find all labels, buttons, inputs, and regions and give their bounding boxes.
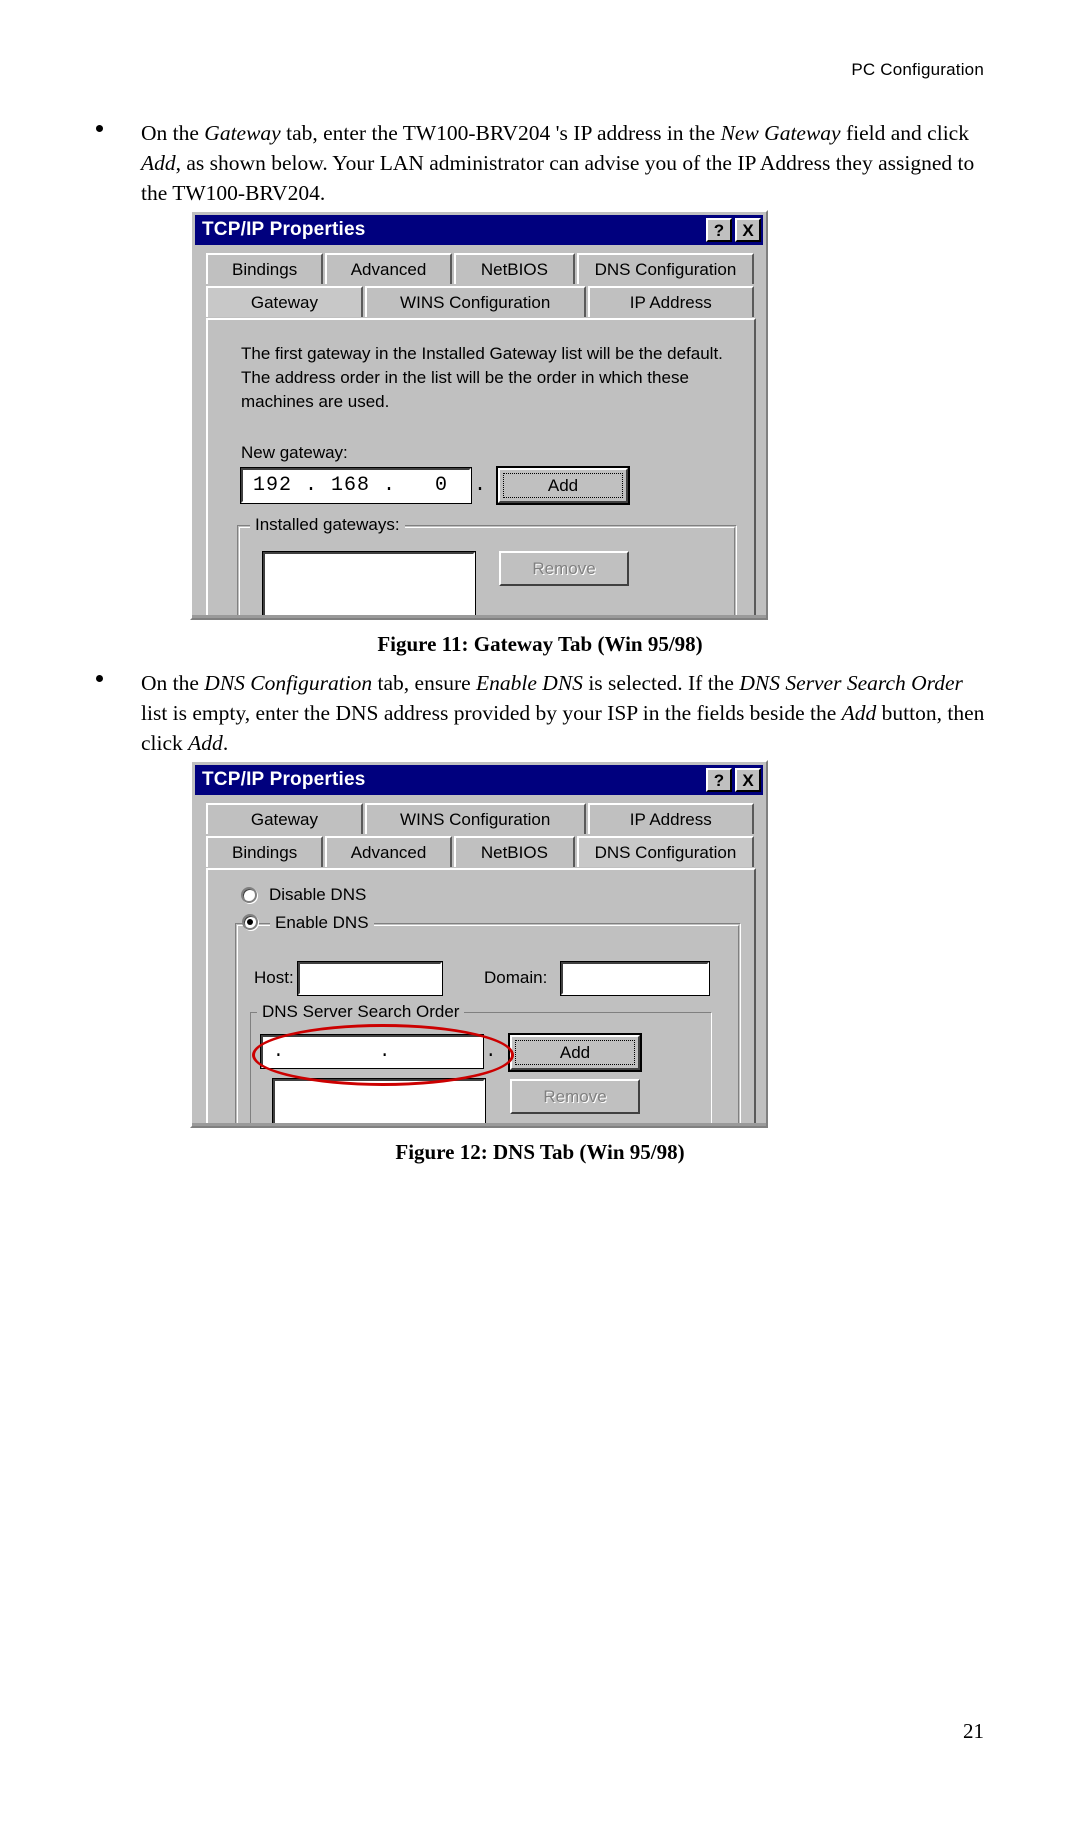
installed-gateways-label: Installed gateways:	[250, 515, 405, 535]
dns-search-order-group: DNS Server Search Order . . . Add Remove	[250, 1002, 712, 1126]
new-gateway-label-text: New gateway:	[241, 443, 348, 462]
tab-netbios[interactable]: NetBIOS	[453, 253, 575, 284]
new-gateway-input[interactable]: 192 . 168 . 0 . 1	[240, 467, 538, 504]
dns-server-list[interactable]	[272, 1078, 486, 1126]
gateway-tab-panel: The first gateway in the Installed Gatew…	[206, 318, 756, 618]
tab-advanced[interactable]: Advanced	[325, 253, 452, 284]
new-gateway-label: New gateway:	[241, 443, 348, 463]
remove-gateway-button[interactable]: Remove	[499, 551, 629, 586]
add-dns-button[interactable]: Add	[508, 1033, 642, 1072]
dns-tab-panel: Disable DNS Enable DNS Host: Domain: DNS…	[206, 868, 756, 1126]
enable-dns-label[interactable]: Enable DNS	[270, 913, 374, 933]
disable-dns-label[interactable]: Disable DNS	[269, 885, 366, 905]
tcpip-properties-dialog-dns[interactable]: TCP/IP Properties ? X Gateway WINS Confi…	[190, 760, 768, 1128]
host-label: Host:	[254, 968, 294, 987]
domain-input[interactable]	[560, 961, 710, 996]
add-gateway-button[interactable]: Add	[496, 466, 630, 505]
dialog-title: TCP/IP Properties	[202, 769, 366, 790]
tab-row-lower[interactable]: Bindings Advanced NetBIOS DNS Configurat…	[206, 836, 756, 867]
help-icon[interactable]: ?	[706, 768, 732, 792]
tab-ip-address[interactable]: IP Address	[587, 803, 754, 834]
tab-strip[interactable]: Bindings Advanced NetBIOS DNS Configurat…	[206, 253, 756, 317]
dns-search-order-label: DNS Server Search Order	[257, 1002, 465, 1022]
page-header: PC Configuration	[851, 60, 984, 79]
host-input[interactable]	[297, 961, 443, 996]
dialog-titlebar[interactable]: TCP/IP Properties ? X	[195, 215, 763, 245]
tab-dns-configuration[interactable]: DNS Configuration	[576, 253, 754, 284]
tab-wins-configuration[interactable]: WINS Configuration	[364, 286, 586, 317]
bullet-text: On the DNS Configuration tab, ensure Ena…	[141, 671, 985, 755]
tab-bindings[interactable]: Bindings	[206, 836, 324, 867]
dialog-bottom-clip	[192, 615, 766, 618]
tab-wins-configuration[interactable]: WINS Configuration	[364, 803, 586, 834]
remove-dns-button[interactable]: Remove	[510, 1079, 640, 1114]
close-icon[interactable]: X	[735, 768, 761, 792]
tab-row-lower[interactable]: Gateway WINS Configuration IP Address	[206, 286, 756, 317]
remove-gateway-label: Remove	[532, 558, 596, 578]
figure-12-caption: Figure 12: DNS Tab (Win 95/98)	[395, 1140, 685, 1164]
tab-row-upper[interactable]: Gateway WINS Configuration IP Address	[206, 803, 756, 834]
dns-server-value: . . .	[273, 1041, 498, 1062]
bullet-marker	[96, 675, 103, 682]
dialog-title: TCP/IP Properties	[202, 219, 366, 240]
enable-dns-group: Enable DNS Host: Domain: DNS Server Sear…	[235, 913, 741, 1126]
figure-11-caption: Figure 11: Gateway Tab (Win 95/98)	[377, 632, 703, 656]
installed-gateways-group: Installed gateways: Remove	[237, 515, 737, 618]
help-icon[interactable]: ?	[706, 218, 732, 242]
tab-netbios[interactable]: NetBIOS	[453, 836, 575, 867]
bullet-text: On the Gateway tab, enter the TW100-BRV2…	[141, 121, 975, 205]
remove-dns-label: Remove	[543, 1086, 607, 1106]
tab-advanced[interactable]: Advanced	[325, 836, 452, 867]
domain-label: Domain:	[484, 968, 548, 987]
bullet-dns-instruction: On the DNS Configuration tab, ensure Ena…	[96, 668, 986, 758]
bullet-gateway-instruction: On the Gateway tab, enter the TW100-BRV2…	[96, 118, 986, 208]
tab-bindings[interactable]: Bindings	[206, 253, 324, 284]
enable-dns-radio[interactable]	[242, 914, 258, 930]
installed-gateways-list[interactable]	[262, 551, 476, 618]
tcpip-properties-dialog-gateway[interactable]: TCP/IP Properties ? X Bindings Advanced …	[190, 210, 768, 620]
dialog-titlebar[interactable]: TCP/IP Properties ? X	[195, 765, 763, 795]
dialog-bottom-clip	[192, 1123, 766, 1126]
dns-server-input[interactable]: . . .	[260, 1034, 496, 1069]
close-icon[interactable]: X	[735, 218, 761, 242]
tab-ip-address[interactable]: IP Address	[587, 286, 754, 317]
tab-strip[interactable]: Gateway WINS Configuration IP Address Bi…	[206, 803, 756, 867]
new-gateway-value: 192 . 168 . 0 . 1	[253, 474, 540, 497]
tab-dns-configuration[interactable]: DNS Configuration	[576, 836, 754, 867]
add-dns-label: Add	[559, 1042, 591, 1062]
tab-row-upper[interactable]: Bindings Advanced NetBIOS DNS Configurat…	[206, 253, 756, 284]
disable-dns-radio[interactable]	[241, 887, 257, 903]
gateway-description: The first gateway in the Installed Gatew…	[241, 344, 723, 411]
tab-gateway[interactable]: Gateway	[206, 286, 363, 317]
page-number: 21	[963, 1719, 984, 1743]
tab-gateway[interactable]: Gateway	[206, 803, 363, 834]
bullet-marker	[96, 125, 103, 132]
radio-selected-dot	[247, 919, 253, 925]
add-gateway-label: Add	[547, 475, 579, 495]
